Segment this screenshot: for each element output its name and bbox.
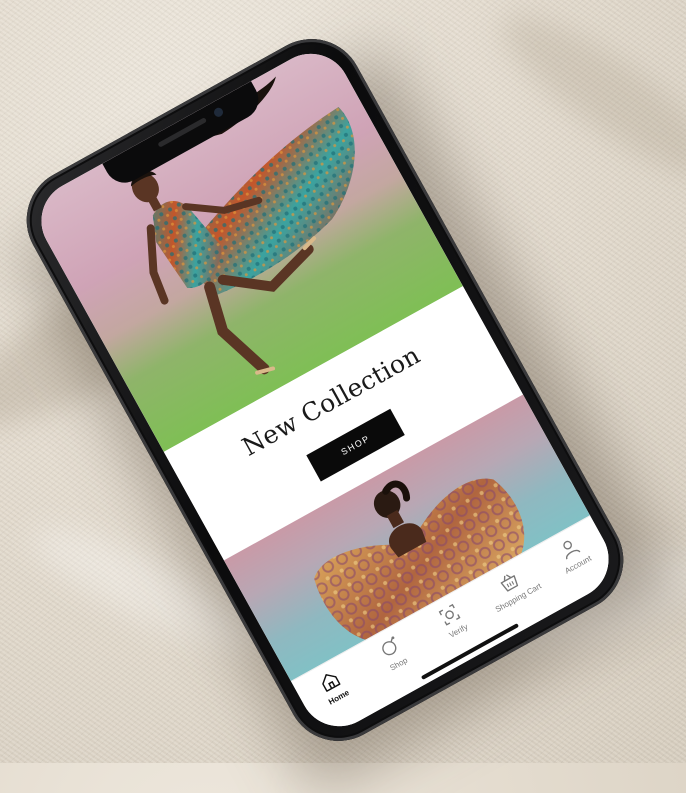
front-camera: [212, 106, 225, 119]
speaker: [157, 117, 208, 148]
